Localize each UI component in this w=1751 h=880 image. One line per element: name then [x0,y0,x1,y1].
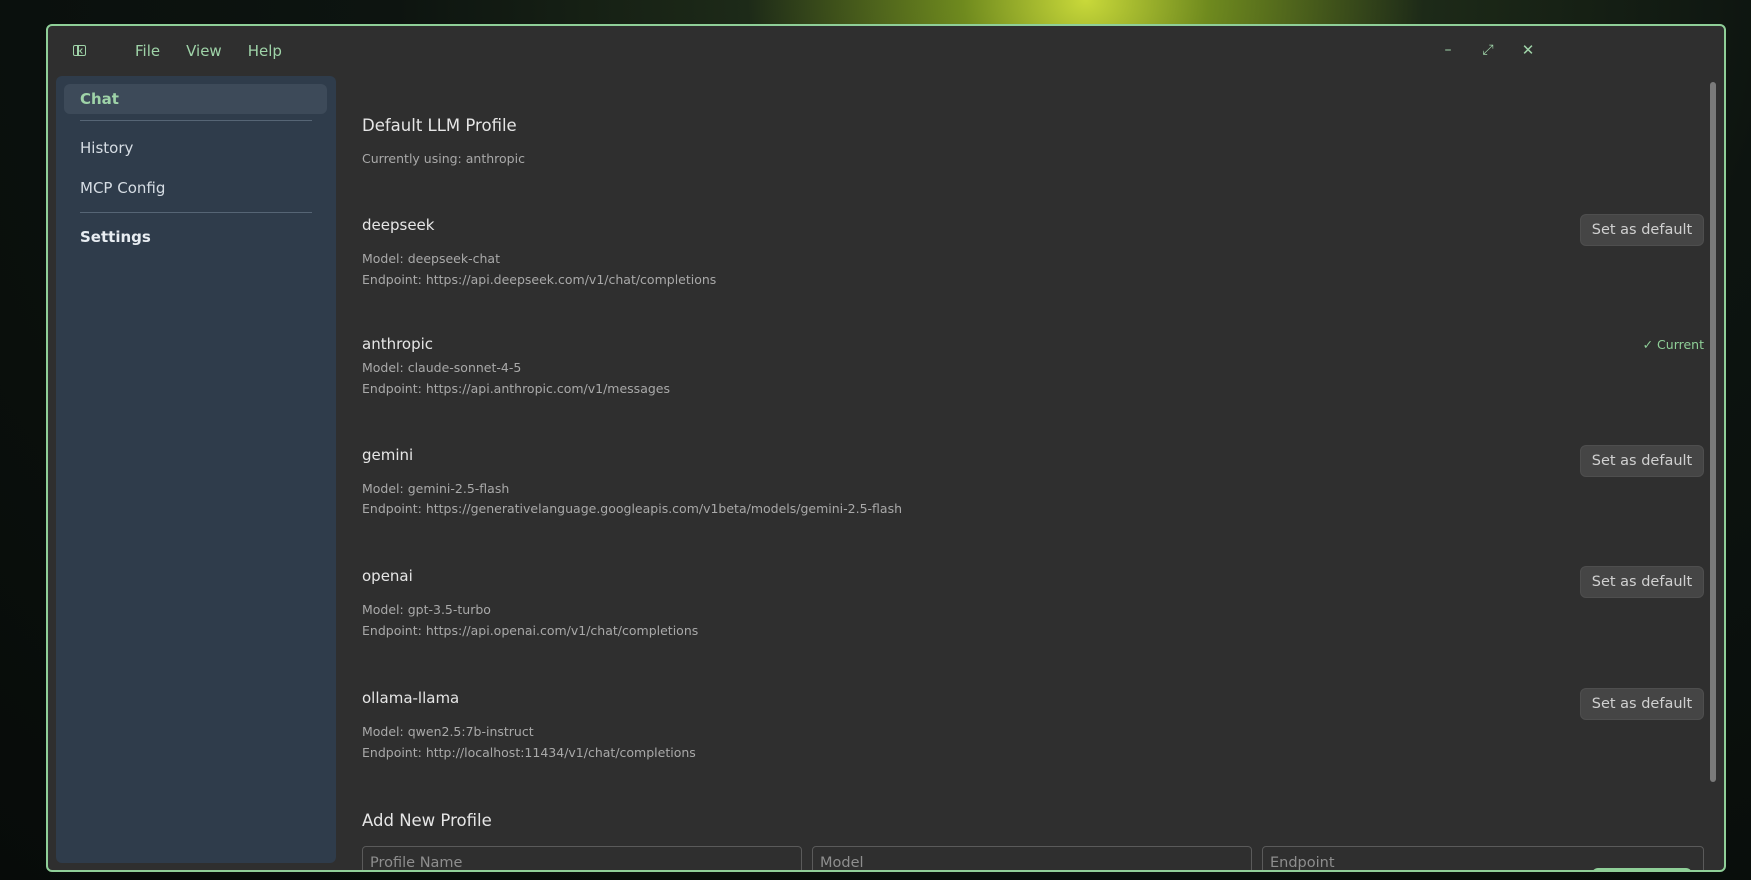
profile-name: openai [362,567,413,585]
app-window: File View Help – ⤢ ✕ Chat History MCP Co… [46,24,1726,872]
profile-model: Model: claude-sonnet-4-5 [362,360,522,375]
add-profile-title: Add New Profile [362,811,492,830]
profile-endpoint: Endpoint: https://api.anthropic.com/v1/m… [362,381,670,396]
profile-endpoint: Endpoint: https://api.openai.com/v1/chat… [362,623,699,638]
set-default-button[interactable]: Set as default [1580,566,1704,598]
close-icon[interactable]: ✕ [1519,41,1537,59]
sidebar-divider [80,120,312,121]
profile-model: Model: deepseek-chat [362,251,500,266]
set-default-button[interactable]: Set as default [1580,688,1704,720]
profile-name: anthropic [362,335,434,353]
sidebar-divider [80,212,312,213]
set-default-button[interactable]: Set as default [1580,214,1704,246]
settings-content: Default LLM Profile Currently using: ant… [362,76,1704,870]
title-bar: File View Help – ⤢ ✕ [48,26,1724,76]
profile-name-input[interactable] [362,846,802,870]
menu-help[interactable]: Help [235,38,295,64]
menu-bar: File View Help [122,38,295,64]
menu-view[interactable]: View [173,38,235,64]
sidebar-toggle-icon[interactable] [73,45,86,56]
sidebar-item-history[interactable]: History [64,133,327,163]
sidebar-item-chat[interactable]: Chat [64,84,327,114]
minimize-icon[interactable]: – [1439,41,1457,59]
profile-endpoint: Endpoint: https://api.deepseek.com/v1/ch… [362,272,717,287]
profile-model: Model: qwen2.5:7b-instruct [362,724,534,739]
sidebar-item-settings[interactable]: Settings [64,222,327,252]
profile-model: Model: gpt-3.5-turbo [362,602,491,617]
current-profile-text: Currently using: anthropic [362,151,525,166]
vertical-scrollbar[interactable] [1710,82,1716,782]
profile-name: ollama-llama [362,689,460,707]
sidebar: Chat History MCP Config Settings [56,76,336,863]
profile-model: Model: gemini-2.5-flash [362,481,510,496]
current-badge: ✓ Current [1642,337,1704,352]
sidebar-item-mcp-config[interactable]: MCP Config [64,173,327,203]
profile-endpoint: Endpoint: https://generativelanguage.goo… [362,501,903,516]
menu-file[interactable]: File [122,38,173,64]
add-profile-button[interactable] [1592,868,1692,870]
profile-endpoint: Endpoint: http://localhost:11434/v1/chat… [362,745,696,760]
model-input[interactable] [812,846,1252,870]
set-default-button[interactable]: Set as default [1580,445,1704,477]
profile-name: deepseek [362,216,435,234]
maximize-icon[interactable]: ⤢ [1479,41,1497,59]
profile-name: gemini [362,446,414,464]
page-title: Default LLM Profile [362,116,517,135]
